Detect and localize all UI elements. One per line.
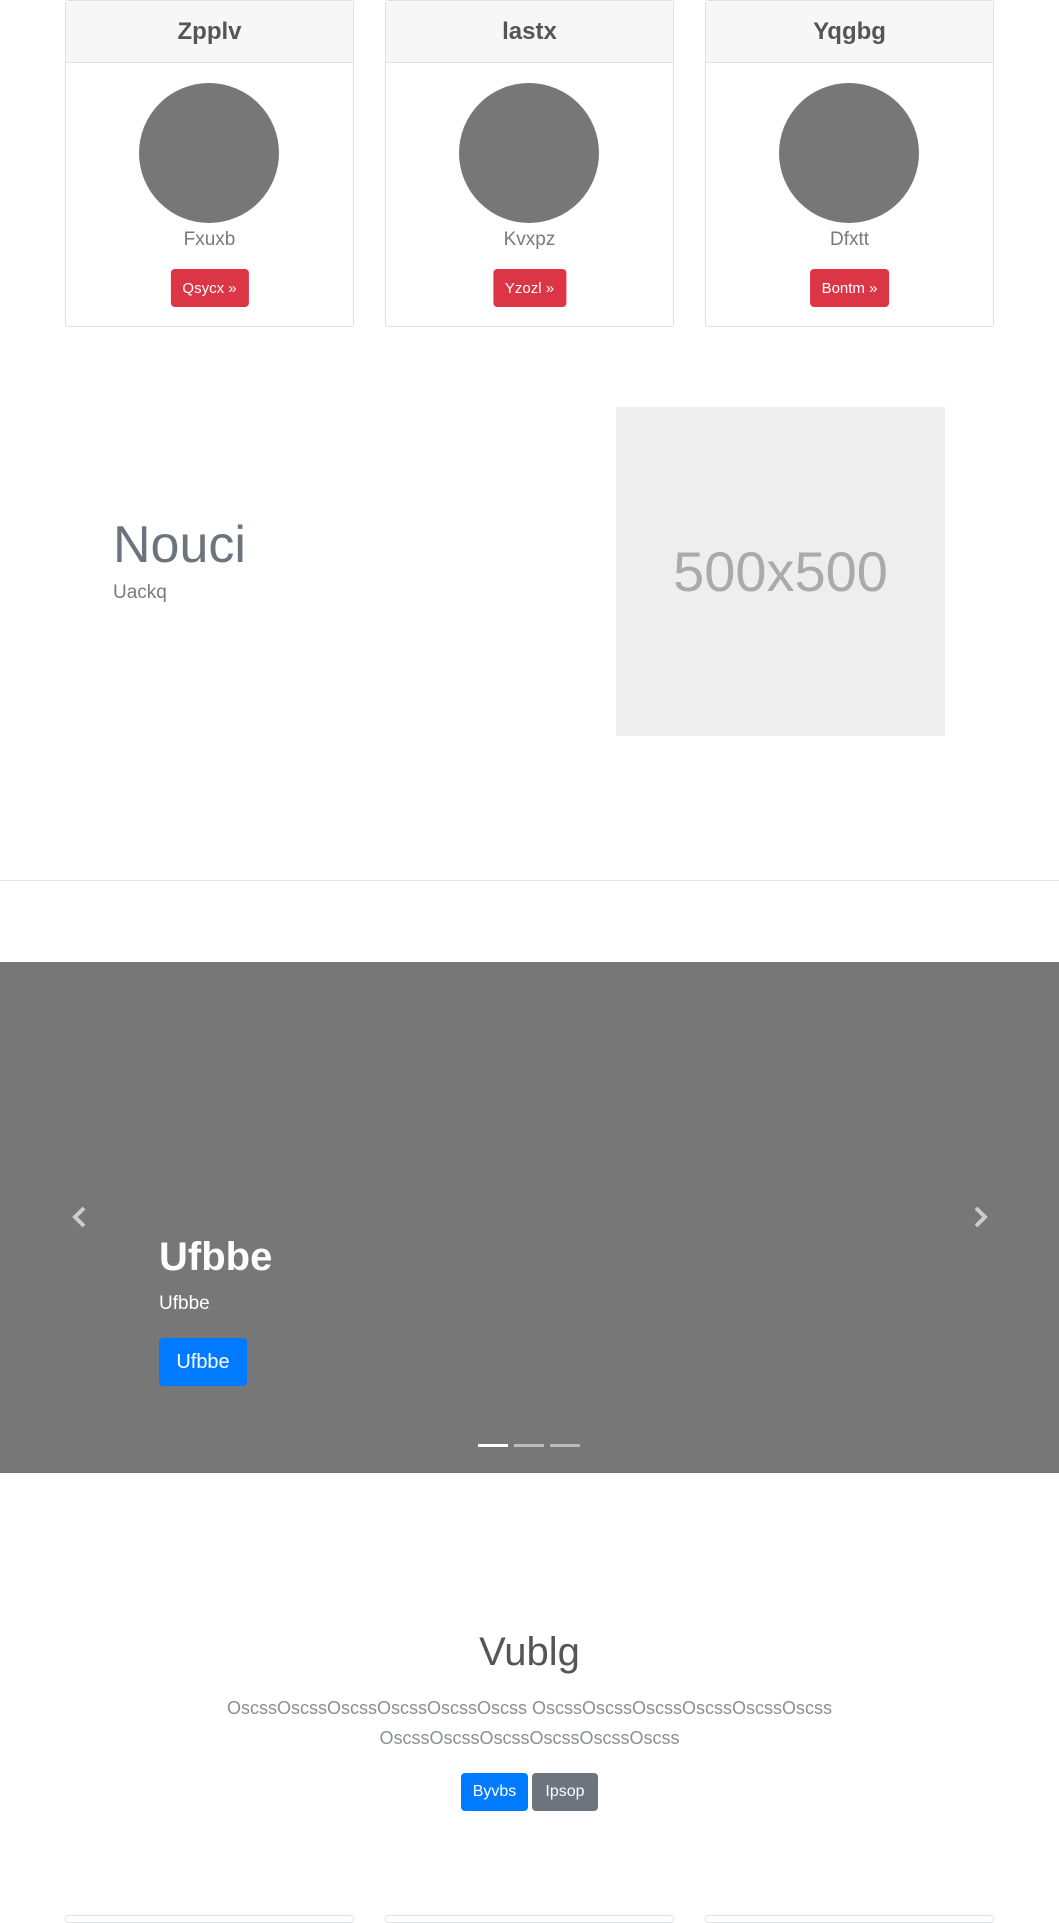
avatar xyxy=(779,83,919,223)
feature-subtitle: Uackq xyxy=(113,582,167,603)
divider xyxy=(0,880,1059,881)
avatar xyxy=(139,83,279,223)
carousel-indicator[interactable] xyxy=(478,1444,508,1447)
card xyxy=(705,1915,994,1923)
carousel-indicator[interactable] xyxy=(514,1444,544,1447)
profile-card: lastx Kvxpz Yzozl » xyxy=(385,0,674,327)
carousel-caption-title: Ufbbe xyxy=(159,1235,273,1279)
card-subtitle: Fxuxb xyxy=(183,229,236,250)
feature-title: Nouci xyxy=(113,516,246,574)
secondary-button[interactable]: Ipsop xyxy=(532,1773,598,1811)
jumbotron-title: Vublg xyxy=(479,1630,580,1674)
card-title: Yqgbg xyxy=(706,1,993,63)
carousel xyxy=(0,962,1059,1473)
carousel-caption-subtitle: Ufbbe xyxy=(159,1293,210,1314)
avatar xyxy=(459,83,599,223)
card xyxy=(385,1915,674,1923)
card-title: lastx xyxy=(386,1,673,63)
card-subtitle: Dfxtt xyxy=(829,229,870,250)
chevron-right-icon[interactable] xyxy=(970,1205,990,1229)
carousel-caption-button[interactable]: Ufbbe xyxy=(159,1338,247,1386)
card xyxy=(65,1915,354,1923)
card-title: Zpplv xyxy=(66,1,353,63)
card-action-button[interactable]: Qsycx » xyxy=(170,269,249,307)
profile-card: Yqgbg Dfxtt Bontm » xyxy=(705,0,994,327)
carousel-indicator[interactable] xyxy=(550,1444,580,1447)
chevron-left-icon[interactable] xyxy=(70,1205,90,1229)
placeholder-image: 500x500 xyxy=(616,407,945,736)
profile-card: Zpplv Fxuxb Qsycx » xyxy=(65,0,354,327)
card-action-button[interactable]: Yzozl » xyxy=(492,269,567,307)
primary-button[interactable]: Byvbs xyxy=(461,1773,528,1811)
card-action-button[interactable]: Bontm » xyxy=(809,269,890,307)
card-subtitle: Kvxpz xyxy=(503,229,556,250)
jumbotron-text: OscssOscssOscssOscssOscssOscss OscssOscs… xyxy=(226,1698,832,1748)
